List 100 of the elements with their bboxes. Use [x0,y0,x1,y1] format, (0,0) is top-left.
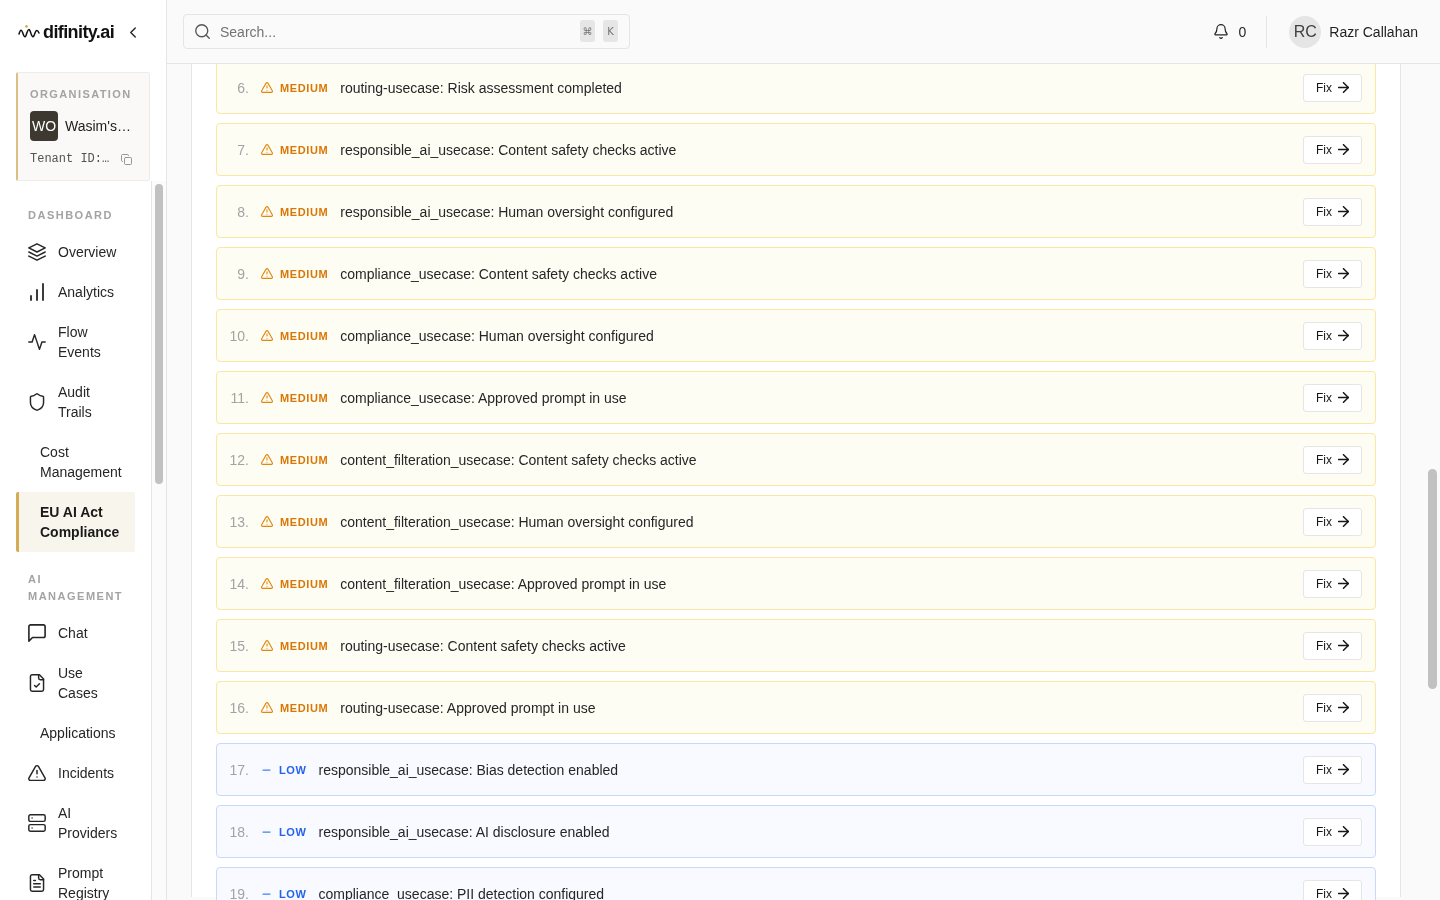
dash-icon [262,830,271,833]
fix-button[interactable]: Fix [1303,445,1362,474]
warning-triangle-icon [261,516,273,527]
issue-number: 14. [228,575,249,592]
arrow-right-icon [1338,826,1349,837]
nav-link[interactable]: Applications [16,713,135,753]
warning-triangle-icon [261,268,273,279]
nav-link[interactable]: Overview [16,232,135,272]
arrow-right-icon [1338,764,1349,775]
fix-button[interactable]: Fix [1303,259,1362,288]
severity-label: MEDIUM [280,205,329,218]
severity-label: LOW [279,887,307,900]
fix-button[interactable]: Fix [1303,755,1362,784]
nav-link[interactable]: Audit Trails [16,372,135,432]
issue-number: 17. [228,761,249,778]
user-name[interactable]: Razr Callahan [1329,23,1418,40]
shortcut-key: ⌘ [580,20,595,42]
document-icon [28,874,46,892]
issue-number: 16. [228,699,249,716]
arrow-right-icon [1338,640,1349,651]
issue-number: 12. [228,451,249,468]
fix-button[interactable]: Fix [1303,693,1362,722]
issue-title: content_filteration_usecase: Approved prompt in use [340,575,668,592]
issue-number: 8. [236,203,249,220]
section-label: DASHBOARD [27,208,114,223]
issue-number: 18. [228,823,249,840]
severity-label: MEDIUM [280,267,329,280]
wave-logo-icon [18,25,40,39]
nav-link[interactable]: Use Cases [16,653,135,713]
pulse-line-icon [28,333,46,351]
notifications-button[interactable]: 0 [1214,23,1247,40]
fix-button[interactable]: Fix [1303,879,1362,900]
severity-label: MEDIUM [280,329,329,342]
tenant-id: Tenant ID:… [30,152,110,166]
user-avatar[interactable]: RC [1289,15,1322,48]
severity-label: MEDIUM [280,143,329,156]
nav-link[interactable]: Prompt Registry [16,853,135,900]
issue-number: 15. [228,637,249,654]
shield-icon [28,393,46,411]
issue-title: compliance_usecase: Human oversight configured [340,327,655,344]
issue-title: content_filteration_usecase: Content safety checks active [340,451,698,468]
speech-bubble-icon [28,624,46,642]
severity-label: MEDIUM [280,701,329,714]
nav-link[interactable]: Chat [16,613,135,653]
chevron-left-icon[interactable] [130,26,137,38]
issue-number: 9. [236,265,249,282]
issue-number: 7. [236,141,249,158]
section-label: AI MANAGEMENT [27,572,120,604]
issue-title: responsible_ai_usecase: Bias detection enabled [318,761,620,778]
arrow-right-icon [1338,888,1349,899]
issue-title: compliance_usecase: Approved prompt in use [340,389,628,406]
fix-button[interactable]: Fix [1303,569,1362,598]
fix-button[interactable]: Fix [1303,135,1362,164]
fix-button[interactable]: Fix [1303,73,1362,102]
nav-link[interactable]: Cost Management [16,432,135,492]
dash-icon [262,892,271,895]
severity-label: MEDIUM [280,639,329,652]
warning-triangle-icon [261,640,273,651]
severity-label: LOW [279,763,307,776]
fix-button[interactable]: Fix [1303,507,1362,536]
nav-link[interactable]: Incidents [16,753,135,793]
scrollbar-thumb[interactable] [1428,469,1437,689]
fix-button[interactable]: Fix [1303,631,1362,660]
logo-text: difinity.ai [43,21,115,43]
search-icon [195,24,210,39]
warning-triangle-icon [261,392,273,403]
warning-triangle-icon [261,330,273,341]
issue-title: responsible_ai_usecase: Human oversight configured [340,203,675,220]
severity-label: MEDIUM [280,453,329,466]
nav-link[interactable]: AI Providers [16,793,135,853]
layers-icon [28,243,46,261]
shortcut-key: K [603,20,618,42]
issue-number: 10. [228,327,249,344]
copy-icon[interactable] [121,153,133,165]
fix-button[interactable]: Fix [1303,321,1362,350]
nav-link[interactable]: Flow Events [16,312,135,372]
issue-number: 19. [228,885,249,900]
severity-label: MEDIUM [280,577,329,590]
warning-triangle-icon [261,82,273,93]
arrow-right-icon [1338,578,1349,589]
organisation-avatar: WO [30,111,58,141]
nav-link[interactable]: Analytics [16,272,135,312]
server-icon [28,814,46,832]
fix-button[interactable]: Fix [1303,197,1362,226]
section-label: ORGANISATION [30,87,133,101]
fix-button[interactable]: Fix [1303,383,1362,412]
severity-label: MEDIUM [280,81,329,94]
warning-triangle-icon [261,454,273,465]
issue-number: 13. [228,513,249,530]
severity-label: LOW [279,825,307,838]
issue-title: routing-usecase: Risk assessment completed [340,79,623,96]
issue-number: 6. [236,79,249,96]
fix-button[interactable]: Fix [1303,817,1362,846]
nav-link[interactable]: EU AI Act Compliance [16,492,135,552]
organisation-name: Wasim's… [65,118,131,134]
issue-title: compliance_usecase: Content safety checks active [340,265,658,282]
issue-number: 11. [229,389,249,406]
scrollbar-thumb[interactable] [155,184,163,484]
warning-triangle-icon [261,144,273,155]
bar-chart-icon [28,283,46,301]
